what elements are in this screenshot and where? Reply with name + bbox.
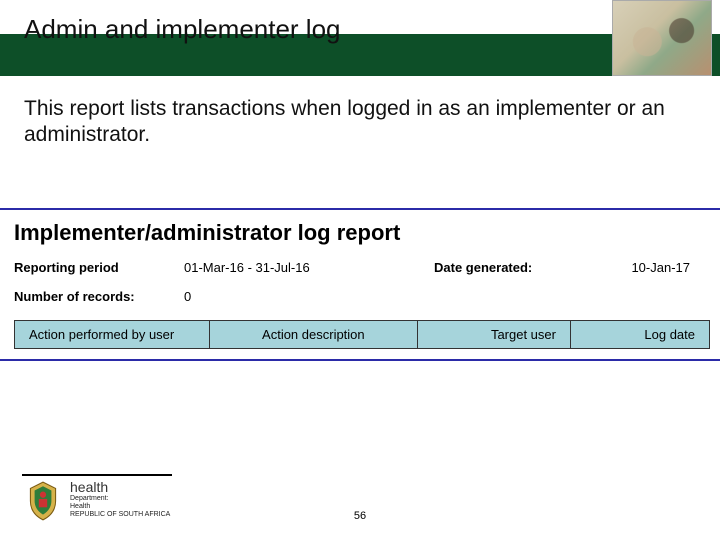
page-title: Admin and implementer log: [24, 14, 341, 45]
period-value: 01-Mar-16 - 31-Jul-16: [184, 260, 434, 275]
meta-row-records: Number of records: 0: [14, 287, 710, 306]
intro-text: This report lists transactions when logg…: [24, 96, 696, 149]
report-title: Implementer/administrator log report: [14, 210, 710, 258]
slide: Admin and implementer log This report li…: [0, 0, 720, 540]
footer-line2: Health: [70, 503, 170, 511]
meta-row-period: Reporting period 01-Mar-16 - 31-Jul-16 D…: [14, 258, 710, 277]
page-number: 56: [354, 510, 366, 522]
footer-line3: REPUBLIC OF SOUTH AFRICA: [70, 511, 170, 519]
report-panel: Implementer/administrator log report Rep…: [0, 208, 720, 361]
footer-line1: Department:: [70, 495, 170, 503]
col-action-by-user: Action performed by user: [15, 321, 210, 349]
col-action-description: Action description: [209, 321, 418, 349]
period-label: Reporting period: [14, 260, 184, 275]
generated-label: Date generated:: [434, 260, 584, 275]
footer-dept: health: [70, 480, 170, 495]
footer-text: health Department: Health REPUBLIC OF SO…: [70, 480, 170, 518]
table-header-row: Action performed by user Action descript…: [15, 321, 710, 349]
generated-value: 10-Jan-17: [584, 260, 710, 275]
col-target-user: Target user: [418, 321, 571, 349]
coat-of-arms-icon: [22, 480, 64, 522]
log-table: Action performed by user Action descript…: [14, 320, 710, 349]
footer-divider: [22, 474, 172, 476]
records-label: Number of records:: [14, 289, 184, 304]
header-photo: [612, 0, 712, 76]
col-log-date: Log date: [570, 321, 709, 349]
records-value: 0: [184, 289, 434, 304]
